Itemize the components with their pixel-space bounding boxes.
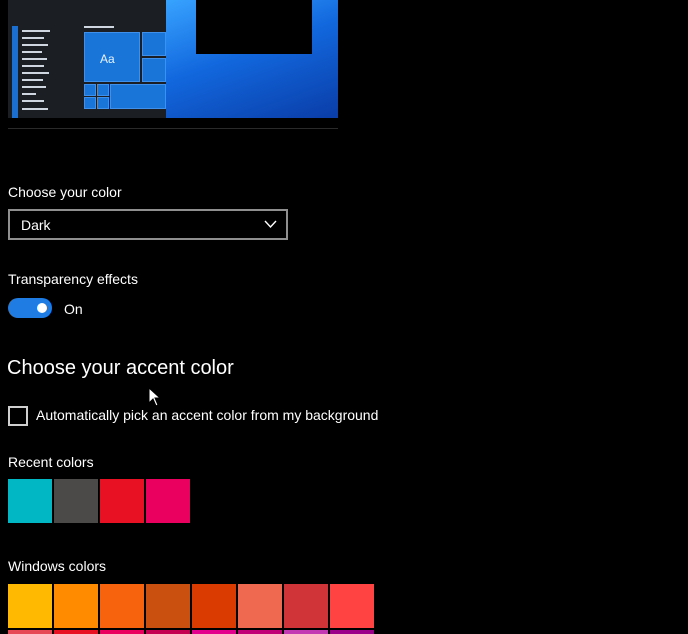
chevron-down-icon <box>264 220 277 229</box>
preview-tile-wide <box>110 84 166 109</box>
color-swatch[interactable] <box>146 479 190 523</box>
accent-section-title: Choose your accent color <box>7 357 234 379</box>
windows-colors-row <box>8 630 374 634</box>
color-swatch[interactable] <box>100 479 144 523</box>
preview-divider <box>8 128 338 129</box>
color-swatch[interactable] <box>284 630 328 634</box>
color-swatch[interactable] <box>54 584 98 628</box>
preview-app-rail <box>12 26 18 118</box>
preview-menu-line <box>22 37 44 39</box>
auto-accent-label[interactable]: Automatically pick an accent color from … <box>36 407 378 423</box>
preview-menu-line <box>22 65 44 67</box>
theme-preview: Aa <box>8 0 338 118</box>
preview-menu-line <box>22 100 44 102</box>
preview-start-menu: Aa <box>8 0 166 118</box>
color-swatch[interactable] <box>146 584 190 628</box>
preview-menu-line <box>22 44 48 46</box>
color-swatch[interactable] <box>146 630 190 634</box>
toggle-knob <box>37 303 47 313</box>
color-swatch[interactable] <box>8 479 52 523</box>
preview-menu-line <box>22 86 46 88</box>
choose-color-label: Choose your color <box>8 184 122 200</box>
preview-menu-line <box>22 72 49 74</box>
windows-colors-label: Windows colors <box>8 558 107 574</box>
recent-colors-label: Recent colors <box>8 454 94 470</box>
preview-menu-line <box>22 79 43 81</box>
color-swatch[interactable] <box>8 584 52 628</box>
color-swatch[interactable] <box>192 584 236 628</box>
preview-menu-line <box>22 108 48 110</box>
color-swatch[interactable] <box>100 630 144 634</box>
color-swatch[interactable] <box>100 584 144 628</box>
color-swatch[interactable] <box>238 584 282 628</box>
transparency-label: Transparency effects <box>8 271 138 287</box>
preview-menu-line <box>22 93 36 95</box>
color-swatch[interactable] <box>284 584 328 628</box>
preview-menu-line <box>22 30 50 32</box>
preview-menu-line <box>22 58 47 60</box>
windows-colors-row <box>8 584 374 628</box>
color-swatch[interactable] <box>238 630 282 634</box>
transparency-toggle[interactable] <box>8 298 52 318</box>
preview-tile <box>142 58 166 82</box>
color-swatch[interactable] <box>330 584 374 628</box>
preview-tile <box>84 84 96 96</box>
preview-tiles-header <box>84 26 114 28</box>
mouse-pointer-icon <box>148 387 162 407</box>
preview-window <box>196 0 312 54</box>
recent-colors-row <box>8 479 190 523</box>
transparency-state: On <box>64 301 83 317</box>
preview-tile <box>142 32 166 56</box>
color-swatch[interactable] <box>54 479 98 523</box>
color-mode-dropdown[interactable]: Dark <box>8 209 288 240</box>
color-mode-value: Dark <box>21 217 51 233</box>
preview-tile <box>97 84 109 96</box>
preview-menu-line <box>22 51 42 53</box>
preview-desktop <box>166 0 338 118</box>
preview-tile <box>97 97 109 109</box>
color-swatch[interactable] <box>54 630 98 634</box>
color-swatch[interactable] <box>8 630 52 634</box>
preview-tile-label: Aa <box>100 52 115 66</box>
color-swatch[interactable] <box>330 630 374 634</box>
color-swatch[interactable] <box>192 630 236 634</box>
auto-accent-checkbox[interactable] <box>8 406 28 426</box>
preview-tile <box>84 97 96 109</box>
